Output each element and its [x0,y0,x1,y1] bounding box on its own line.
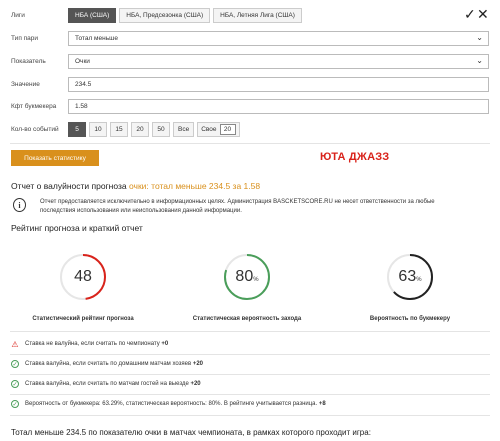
gauge-caption: Вероятность по букмекеру [369,316,451,322]
bet-type-select[interactable]: Тотал меньше ⌄ [68,31,489,46]
gauge-caption: Статистическая вероятность захода [192,316,302,322]
disclaimer-text: Отчет предоставляется исключительно в ин… [40,199,435,214]
close-icon[interactable]: ✕ [477,6,489,23]
check-text: Ставка валуйна, если считать по матчам г… [25,381,189,387]
team-title: ЮТА ДЖАЗЗ [320,151,390,163]
events-option-15[interactable]: 15 [110,122,128,137]
indicator-select[interactable]: Очки ⌄ [68,54,489,69]
check-circle-icon: ✓ [11,380,19,388]
check-text: Ставка валуйна, если считать по домашним… [25,361,192,367]
confirm-check-icon[interactable]: ✓ [464,6,476,23]
gauge-unit: % [416,277,422,283]
check-score: +8 [318,401,326,407]
rating-title: Рейтинг прогноза и краткий отчет [11,223,143,233]
events-option-20[interactable]: 20 [131,122,149,137]
gauge-number: 63 [398,268,417,285]
check-score: +20 [192,361,204,367]
report-title-highlight: очки: тотал меньше 234.5 за 1.58 [128,181,261,191]
events-own-label: Свое [201,126,217,133]
check-score: +0 [161,341,169,347]
gauge-probability: 80% [222,252,272,302]
gauge-value: 48 [58,252,108,302]
events-option-5[interactable]: 5 [68,122,86,137]
gauge-number: 48 [74,268,92,285]
check-score: +20 [190,381,201,387]
divider [10,354,490,355]
leagues-label: Лиги [11,12,25,19]
events-own-input[interactable]: 20 [219,124,236,135]
report-title-prefix: Отчет о валуйности прогноза [11,181,127,191]
gauge-value: 63% [385,252,435,302]
bottom-heading: Тотал меньше 234.5 по показателю очки в … [11,428,371,437]
tab-nba-preseason[interactable]: НБА, Предсезонка (США) [119,8,211,23]
value-label: Значение [11,81,40,88]
events-count-group: 5 10 15 20 50 Все Свое 20 [68,122,240,137]
odds-input[interactable]: 1.58 [68,99,489,114]
gauge-statistical-rating: 48 [58,252,108,302]
gauge-value: 80% [222,252,272,302]
check-item: ✓ Ставка валуйна, если считать по матчам… [11,380,201,388]
gauge-unit: % [253,277,259,283]
bet-type-value: Тотал меньше [75,35,118,42]
indicator-label: Показатель [11,58,46,65]
odds-label: Кфт букмекера [11,103,57,110]
bet-type-label: Тип пари [11,35,39,42]
chevron-down-icon: ⌄ [476,56,483,65]
check-item: ✓ Ставка валуйна, если считать по домашн… [11,360,203,368]
show-stats-button[interactable]: Показать статистику [11,150,99,166]
gauge-number: 80 [235,268,254,285]
divider [10,415,490,416]
gauge-caption: Статистический рейтинг прогноза [32,316,134,322]
divider [10,331,490,332]
check-circle-icon: ✓ [11,360,19,368]
gauge-bookmaker: 63% [385,252,435,302]
check-circle-icon: ✓ [11,400,19,408]
check-text: Ставка не валуйна, если считать по чемпи… [25,341,160,347]
check-item: ✓ Вероятность от букмекера: 63.29%, стат… [11,400,326,408]
check-item: ⚠ Ставка не валуйна, если считать по чем… [11,339,169,349]
indicator-value: Очки [75,58,90,65]
tab-nba-summer-league[interactable]: НБА, Летняя Лига (США) [213,8,302,23]
events-label: Кол-во событий [11,126,59,133]
divider [10,374,490,375]
divider [10,143,490,144]
events-option-own[interactable]: Свое 20 [197,122,240,137]
events-option-50[interactable]: 50 [152,122,170,137]
report-title: Отчет о валуйности прогноза очки: тотал … [11,181,260,191]
warning-icon: ⚠ [11,339,19,349]
value-input[interactable]: 234.5 [68,77,489,92]
divider [10,394,490,395]
check-text: Вероятность от букмекера: 63.29%, статис… [25,401,318,407]
chevron-down-icon: ⌄ [476,33,483,42]
league-tabs: НБА (США) НБА, Предсезонка (США) НБА, Ле… [68,8,302,23]
tab-nba[interactable]: НБА (США) [68,8,117,23]
info-icon: i [13,198,26,212]
events-option-all[interactable]: Все [173,122,195,137]
events-option-10[interactable]: 10 [89,122,107,137]
